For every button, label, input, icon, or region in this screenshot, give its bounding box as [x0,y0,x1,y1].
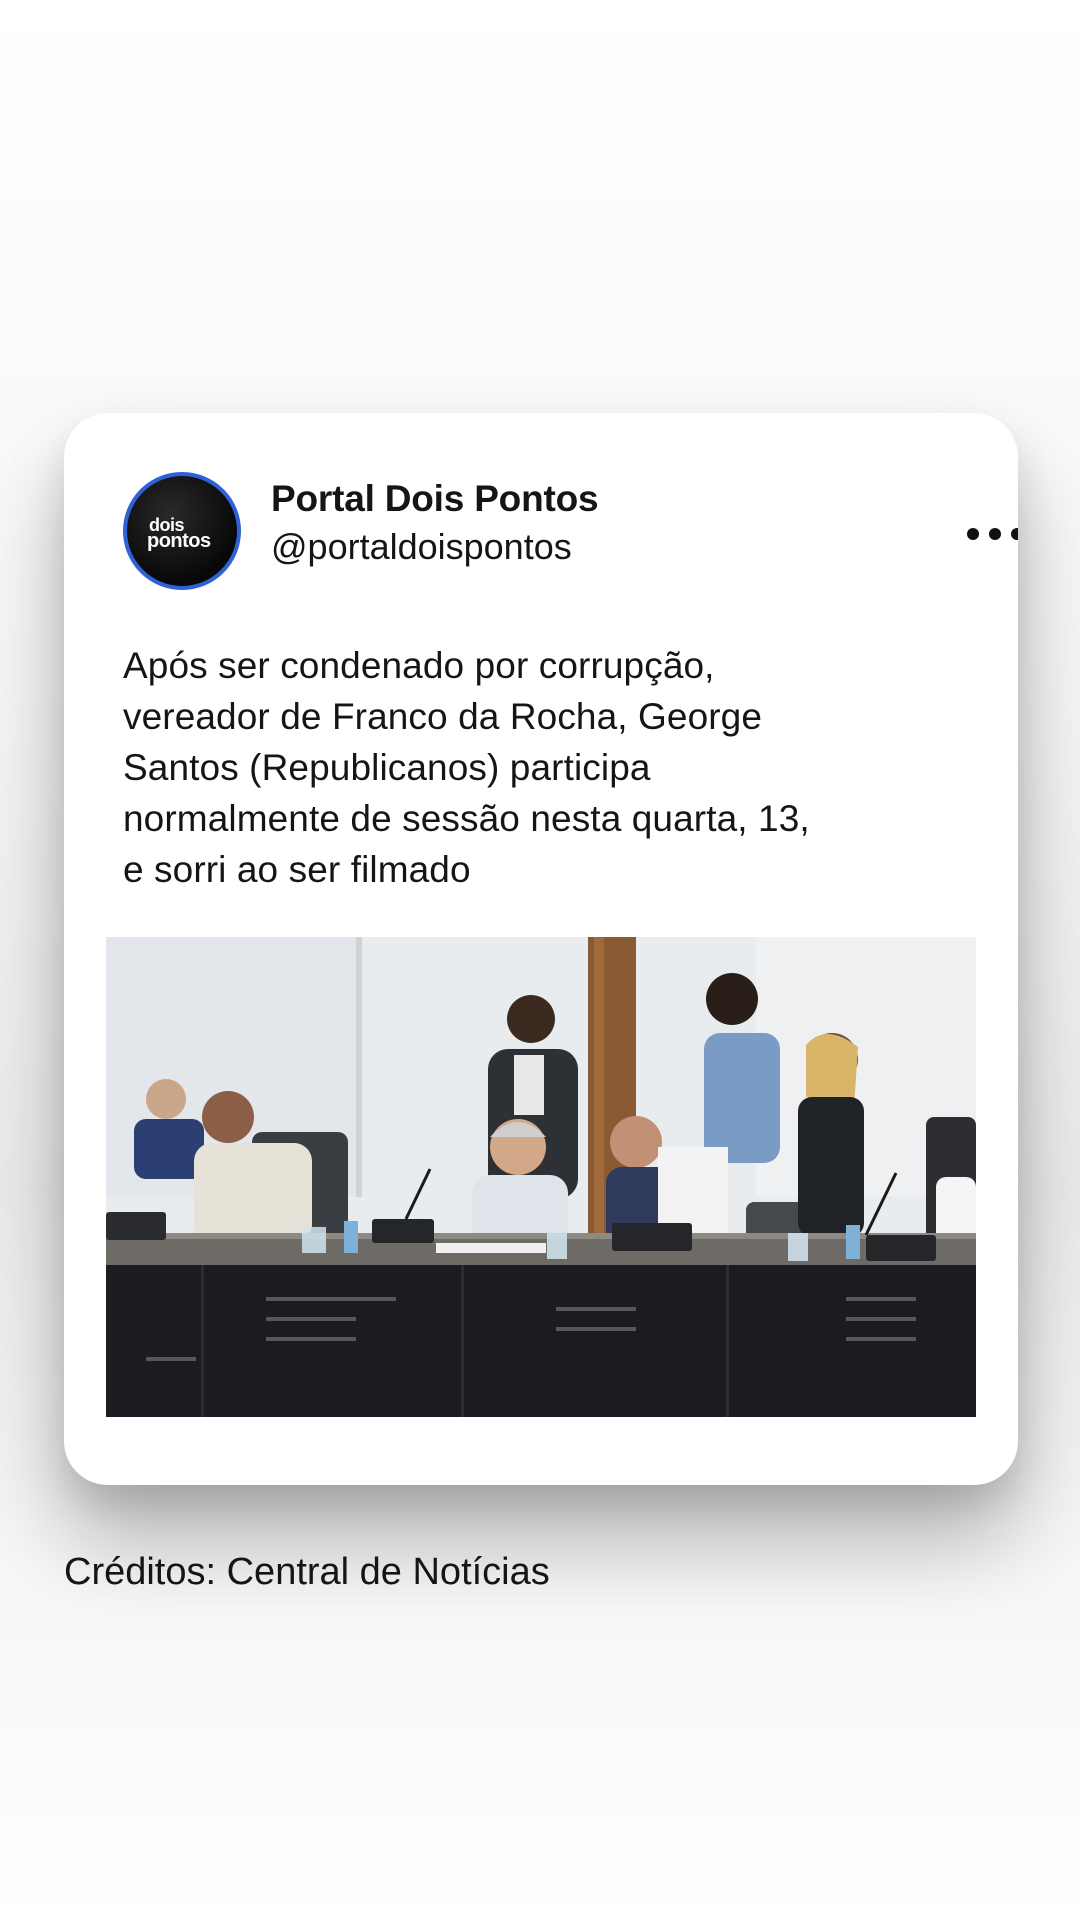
author-handle[interactable]: @portaldoispontos [271,526,572,568]
avatar[interactable]: dois pontos [123,472,241,590]
author-name[interactable]: Portal Dois Pontos [271,478,599,520]
council-session-photo[interactable] [106,937,976,1417]
portal-dois-pontos-logo: dois pontos [147,516,219,556]
more-horizontal-icon [1011,528,1018,540]
post-text-line: Santos (Republicanos) participa [123,747,651,788]
post-text-line: e sorri ao ser filmado [123,849,471,890]
post-text: Após ser condenado por corrupção, veread… [123,640,943,895]
credits-caption: Créditos: Central de Notícias [64,1551,550,1593]
post-header: dois pontos Portal Dois Pontos @portaldo… [123,472,1018,592]
post-text-line: Após ser condenado por corrupção, [123,645,715,686]
more-horizontal-icon [967,528,979,540]
more-horizontal-icon [989,528,1001,540]
post-text-line: vereador de Franco da Rocha, George [123,696,763,737]
more-options-button[interactable] [967,520,1018,550]
avatar-logo-line2: pontos [147,530,211,552]
post-text-line: normalmente de sessão nesta quarta, 13, [123,798,810,839]
post-card: dois pontos Portal Dois Pontos @portaldo… [64,413,1018,1485]
